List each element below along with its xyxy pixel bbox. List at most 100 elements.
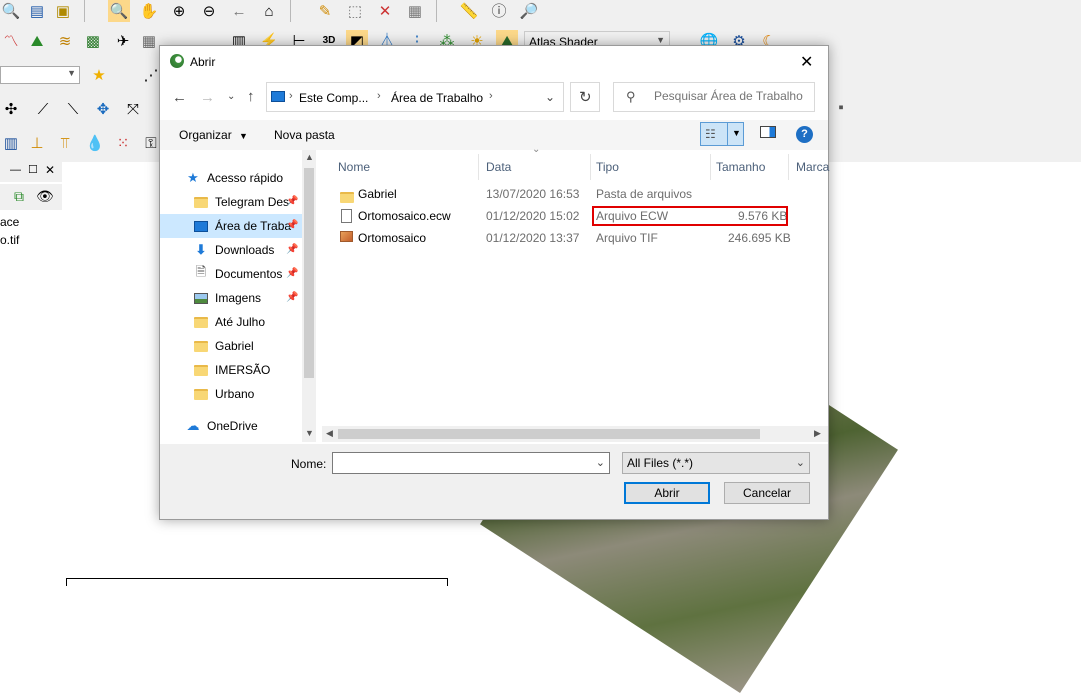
new-folder-button[interactable]: Nova pasta [274,128,335,142]
search-input[interactable] [652,88,814,104]
organize-button[interactable]: Organizar ▼ [179,128,248,142]
airplane-icon[interactable]: ✈ [112,30,134,52]
nav-scroll-thumb[interactable] [304,168,314,378]
tower-icon[interactable]: ⊥ [26,132,48,154]
zoom-tool-icon[interactable]: 🔍 [0,0,22,22]
cancel-button[interactable]: Cancelar [724,482,810,504]
add-layer-icon[interactable]: ⧉ [14,188,24,205]
home-icon[interactable]: ⌂ [258,0,280,22]
points-icon[interactable]: ⁙ [112,132,134,154]
split-icon[interactable]: ⤧ [122,98,144,120]
file-type: Arquivo TIF [596,231,658,245]
file-row[interactable]: Gabriel 13/07/2020 16:53 Pasta de arquiv… [332,184,792,206]
back-arrow-icon[interactable]: ← [228,0,250,22]
coordinate-select[interactable]: ▼ [0,66,80,84]
column-header-date[interactable]: Data [486,154,511,180]
open-button[interactable]: Abrir [624,482,710,504]
grid-icon[interactable]: ▦ [138,30,160,52]
panel-close-icon[interactable]: ✕ [45,163,55,177]
scroll-left-icon[interactable]: ◀ [326,428,333,439]
column-header-name[interactable]: Nome [338,154,370,180]
pencil-icon[interactable]: ✎ [314,0,336,22]
select-box-icon[interactable]: ⬚ [344,0,366,22]
measure-icon[interactable]: 📏 [458,0,480,22]
zoom-in-icon[interactable]: ⊕ [168,0,190,22]
nav-item-label: Acesso rápido [207,171,284,185]
column-header-tags[interactable]: Marca [796,154,829,180]
filter-dropdown-icon: ⌄ [795,457,805,469]
nav-item-label: Documentos [215,267,283,281]
favorite-star-icon[interactable]: ★ [88,64,110,86]
snap-icon[interactable]: ✥ [92,98,114,120]
pan-hand-icon[interactable]: ✋ [138,0,160,22]
file-list: ⌄ Nome Data Tipo Tamanho Marca Gabriel 1… [322,144,829,442]
nav-item-label: Downloads [215,243,275,257]
map-frame-line [66,578,448,586]
search-box[interactable]: ⚲ [613,82,815,112]
refresh-button[interactable]: ↻ [570,82,600,112]
vertex-icon[interactable]: ⟍ [62,98,84,120]
building-icon[interactable]: ▥ [0,132,22,154]
breadcrumb-item[interactable]: Área de Trabalho [391,91,483,105]
frame-icon[interactable]: ▣ [52,0,74,22]
antenna-icon[interactable]: ⫪ [54,132,76,154]
horizontal-scroll-thumb[interactable] [338,429,760,439]
line-edit-icon[interactable]: ⟋ [32,98,54,120]
nav-scrollbar[interactable]: ▲ ▼ [302,150,316,442]
panel-minimize-icon[interactable]: — [10,164,21,176]
highlight-annotation [592,206,788,226]
scroll-right-icon[interactable]: ▶ [814,428,821,439]
delete-icon[interactable]: ✕ [374,0,396,22]
dropdown-tool-icon[interactable]: ▪ [830,96,852,118]
address-bar[interactable]: › Este Comp... › Área de Trabalho › ⌄ [266,82,564,112]
recent-chevron-icon[interactable]: ⌄ [227,91,235,102]
file-type-filter-value: All Files (*.*) [627,456,694,470]
scroll-down-icon[interactable]: ▼ [305,428,314,438]
desktop-icon [192,218,210,234]
scroll-up-icon[interactable]: ▲ [305,152,314,162]
pin-icon: 📌 [286,220,299,231]
file-type-filter[interactable]: All Files (*.*) ⌄ [622,452,810,474]
layers-icon[interactable]: ▤ [26,0,48,22]
breadcrumb-item[interactable]: Este Comp... [299,91,368,105]
file-row[interactable]: Ortomosaico 01/12/2020 13:37 Arquivo TIF… [332,228,792,250]
find-icon[interactable]: 🔎 [518,0,540,22]
filename-dropdown-icon[interactable]: ⌄ [596,456,605,469]
close-icon[interactable]: ✕ [800,52,813,72]
column-header-size[interactable]: Tamanho [716,154,765,180]
column-header-type[interactable]: Tipo [596,154,619,180]
view-options-button[interactable]: ☷ ▼ [700,122,744,146]
nav-item-label: Até Julho [215,315,266,329]
up-arrow-icon[interactable]: ↑ [247,88,255,105]
download-icon: ⬇ [195,242,207,257]
panel-maximize-icon[interactable]: ☐ [28,163,38,176]
view-dropdown-icon [727,123,728,145]
terrain-icon[interactable]: ⛰ [26,30,48,52]
contour-icon[interactable]: ≋ [54,30,76,52]
zoom-select-icon[interactable]: 🔍 [108,0,130,22]
chart-tool-icon[interactable]: 〽 [0,30,22,52]
filename-combobox[interactable]: ⌄ [332,452,610,474]
node-edit-icon[interactable]: ✣ [0,98,22,120]
horizontal-scrollbar[interactable]: ◀ ▶ [322,426,828,442]
address-dropdown-icon[interactable]: ⌄ [545,90,555,104]
layer-item[interactable]: o.tif [0,233,19,247]
eye-icon[interactable]: 👁 [36,188,54,205]
image-file-icon [340,231,353,242]
map-icon[interactable]: ▩ [82,30,104,52]
back-arrow-icon[interactable]: ← [172,89,187,106]
organize-chevron-icon: ▼ [239,131,248,141]
file-date: 01/12/2020 13:37 [486,231,580,245]
zoom-out-icon[interactable]: ⊖ [198,0,220,22]
edit-doc-icon[interactable]: ▦ [404,0,426,22]
info-icon[interactable]: ⓘ [488,0,510,22]
preview-pane-icon[interactable] [760,126,776,138]
layer-item[interactable]: ace [0,215,19,229]
help-icon[interactable]: ? [796,126,813,143]
help-glyph: ? [801,128,808,140]
file-name: Ortomosaico [358,231,427,245]
nav-item-label: Imagens [215,291,262,305]
nav-item-label: Gabriel [215,339,254,353]
forward-arrow-icon[interactable]: → [200,89,215,106]
water-drop-icon[interactable]: 💧 [84,132,106,154]
